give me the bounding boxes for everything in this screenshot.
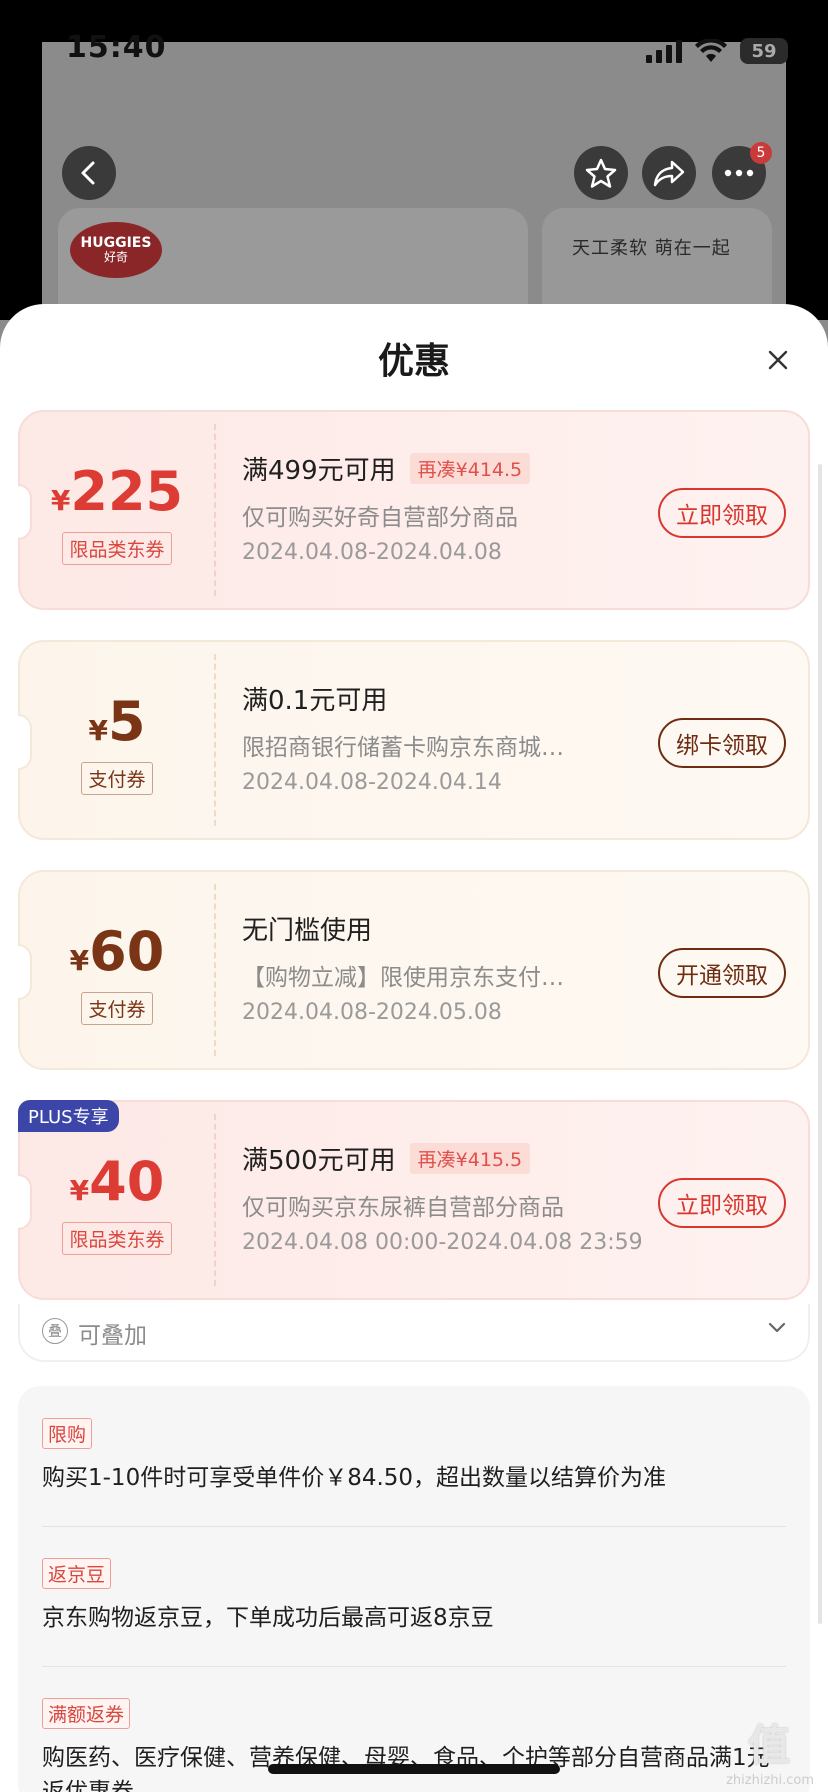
discount-sheet: 优惠 ¥225 限品类东券 满499元可用 再凑¥414.5 仅可购买好奇自营部分… — [0, 304, 828, 1792]
coupon-description: 仅可购买京东尿裤自营部分商品 — [242, 1195, 564, 1221]
coupon-amount: ¥40 — [69, 1150, 165, 1213]
favorite-button[interactable] — [574, 146, 628, 200]
status-time: 15:40 — [66, 30, 167, 65]
divider — [42, 1666, 786, 1667]
battery-icon: 59 — [740, 38, 788, 64]
divider — [42, 1526, 786, 1527]
banner-slogan: 天工柔软 萌在一起 — [572, 238, 731, 259]
coupon-description: 仅可购买好奇自营部分商品 — [242, 505, 518, 531]
promotion-tag: 返京豆 — [42, 1558, 112, 1589]
scrollbar[interactable] — [818, 464, 822, 1624]
bind-card-claim-button[interactable]: 绑卡领取 — [658, 718, 786, 768]
star-icon — [585, 158, 617, 188]
plus-exclusive-badge: PLUS专享 — [18, 1100, 119, 1132]
chevron-down-icon — [768, 1322, 786, 1333]
coupon-validity: 2024.04.08-2024.04.08 — [242, 540, 502, 565]
promotion-text: 京东购物返京豆，下单成功后最高可返8京豆 — [42, 1605, 494, 1631]
coupon-amount: ¥5 — [88, 690, 146, 753]
claim-button[interactable]: 立即领取 — [658, 1178, 786, 1228]
promotion-text: 购买1-10件时可享受单件价￥84.50，超出数量以结算价为准 — [42, 1465, 667, 1491]
status-icons: 59 — [646, 38, 788, 64]
activate-claim-button[interactable]: 开通领取 — [658, 948, 786, 998]
coupon-condition: 满499元可用 — [242, 456, 396, 486]
right-black-edge — [786, 0, 828, 320]
promotion-tag: 限购 — [42, 1418, 93, 1449]
coupon-card: ¥225 限品类东券 满499元可用 再凑¥414.5 仅可购买好奇自营部分商品 … — [18, 410, 810, 610]
share-icon — [653, 160, 685, 187]
close-icon[interactable] — [764, 346, 792, 374]
promotion-item: 满额返券 购医药、医疗保健、营养保健、母婴、食品、个护等部分自营商品满1元返优惠… — [42, 1698, 786, 1792]
back-button[interactable] — [62, 146, 116, 200]
promotion-tag: 满额返券 — [42, 1698, 131, 1729]
coupon-description: 【购物立减】限使用京东支付… — [242, 965, 564, 991]
coupon-card: PLUS专享 ¥40 限品类东券 满500元可用 再凑¥415.5 仅可购买京东尿… — [18, 1100, 810, 1300]
watermark: 值 zhizhizhi.com — [726, 1721, 814, 1788]
coupon-condition: 无门槛使用 — [242, 916, 373, 946]
claim-button[interactable]: 立即领取 — [658, 488, 786, 538]
coupon-amount: ¥60 — [69, 920, 165, 983]
stackable-label: 可叠加 — [78, 1323, 147, 1349]
chevron-left-icon — [81, 161, 95, 185]
wifi-icon — [695, 39, 727, 62]
coupon-validity: 2024.04.08 00:00-2024.04.08 23:59 — [242, 1230, 643, 1255]
coupon-gap-badge: 再凑¥415.5 — [409, 1143, 531, 1174]
notification-badge: 5 — [750, 142, 772, 164]
stack-icon: 叠 — [42, 1318, 68, 1344]
coupon-gap-badge: 再凑¥414.5 — [409, 453, 531, 484]
coupon-type-tag: 限品类东券 — [62, 1222, 172, 1255]
coupon-amount: ¥225 — [50, 460, 184, 523]
promotion-item: 限购 购买1-10件时可享受单件价￥84.50，超出数量以结算价为准 — [42, 1418, 786, 1495]
coupon-validity: 2024.04.08-2024.05.08 — [242, 1000, 502, 1025]
coupon-condition: 满500元可用 — [242, 1146, 396, 1176]
promotion-panel: 限购 购买1-10件时可享受单件价￥84.50，超出数量以结算价为准 返京豆 京… — [18, 1386, 810, 1792]
coupon-type-tag: 支付券 — [81, 992, 153, 1025]
coupon-condition: 满0.1元可用 — [242, 686, 388, 716]
coupon-card: ¥5 支付券 满0.1元可用 限招商银行储蓄卡购京东商城… 2024.04.08… — [18, 640, 810, 840]
more-dots-icon — [724, 169, 754, 177]
coupon-type-tag: 限品类东券 — [62, 532, 172, 565]
stackable-toggle[interactable]: 叠 可叠加 — [18, 1304, 810, 1362]
home-indicator[interactable] — [268, 1764, 560, 1774]
huggies-logo: HUGGIES 好奇 — [70, 222, 162, 278]
share-button[interactable] — [642, 146, 696, 200]
promotion-item: 返京豆 京东购物返京豆，下单成功后最高可返8京豆 — [42, 1558, 786, 1635]
sheet-title: 优惠 — [377, 341, 450, 382]
signal-icon — [646, 39, 682, 63]
coupon-description: 限招商银行储蓄卡购京东商城… — [242, 735, 564, 761]
more-button[interactable]: 5 — [712, 142, 772, 200]
coupon-card: ¥60 支付券 无门槛使用 【购物立减】限使用京东支付… 2024.04.08-… — [18, 870, 810, 1070]
coupon-validity: 2024.04.08-2024.04.14 — [242, 770, 502, 795]
left-black-edge — [0, 0, 42, 320]
coupon-type-tag: 支付券 — [81, 762, 153, 795]
